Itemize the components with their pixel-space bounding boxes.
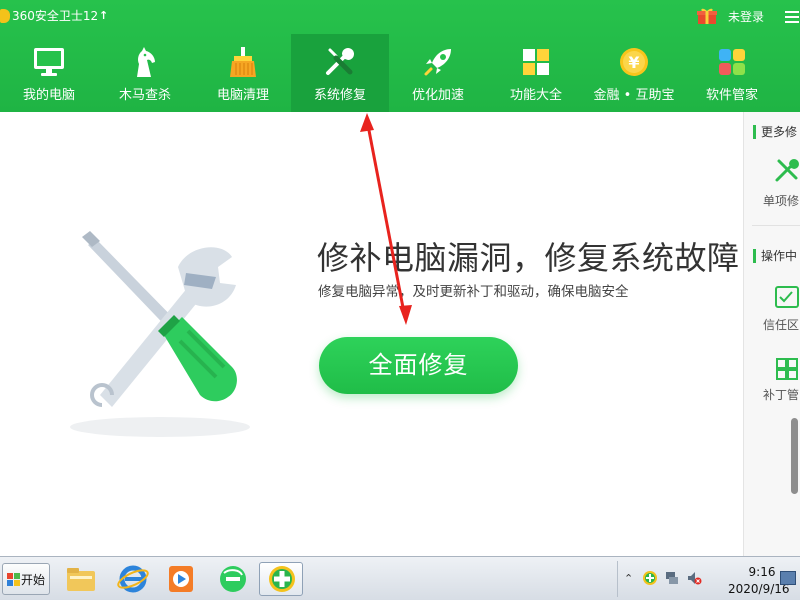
- menu-icon[interactable]: [785, 11, 799, 23]
- nav-label: 木马查杀: [118, 88, 171, 103]
- 360-safe-taskbar-button[interactable]: [259, 562, 303, 596]
- nav-trojan-scan[interactable]: 木马查杀: [96, 34, 194, 112]
- volume-muted-icon[interactable]: [686, 570, 702, 586]
- 360-tray-icon[interactable]: [642, 570, 658, 586]
- nav-label: 金融 • 互助宝: [593, 88, 675, 103]
- tray-expand-icon[interactable]: ⌃: [624, 572, 633, 585]
- yuan-coin-icon: ¥: [620, 48, 648, 76]
- nav-label: 功能大全: [509, 88, 562, 103]
- nav-label: 我的电脑: [22, 88, 75, 103]
- 360-safe-icon: [269, 566, 295, 592]
- svg-text:¥: ¥: [628, 53, 639, 72]
- media-player-icon[interactable]: [164, 562, 198, 596]
- horse-icon: [137, 47, 155, 77]
- start-label: 开始: [21, 573, 46, 587]
- main-nav: 我的电脑 木马查杀 电脑清理 系统修复 优化加速 功能大全 ¥ 金融 • 互助宝…: [0, 34, 800, 112]
- start-button[interactable]: 开始: [2, 563, 50, 595]
- file-explorer-icon[interactable]: [64, 562, 98, 596]
- side-tool-label: 补丁管: [763, 388, 800, 402]
- nav-my-computer[interactable]: 我的电脑: [0, 34, 98, 112]
- system-tray: ⌃ 9:16 2020/9/16: [617, 561, 800, 597]
- windows-flag-icon: [7, 573, 20, 586]
- internet-explorer-icon[interactable]: [116, 562, 150, 596]
- page-headline: 修补电脑漏洞，修复系统故障: [317, 239, 740, 277]
- patch-blocks-icon: [776, 358, 798, 380]
- nav-label: 软件管家: [705, 88, 758, 103]
- title-bar: 360安全卫士12 ↑ 未登录: [0, 0, 800, 34]
- clock-date[interactable]: 2020/9/16: [728, 582, 790, 596]
- side-patch-manager[interactable]: 补丁管: [744, 352, 800, 408]
- rocket-icon: [424, 49, 451, 76]
- side-panel-scrollbar[interactable]: [791, 418, 798, 494]
- side-single-repair[interactable]: 单项修: [744, 154, 800, 214]
- side-tool-label: 信任区: [763, 318, 800, 332]
- app-header: 360安全卫士12 ↑ 未登录 我的电脑 木马查杀 电脑清理 系统修复 优化加速…: [0, 0, 800, 112]
- system-repair-panel: 修补电脑漏洞，修复系统故障 修复电脑异常，及时更新补丁和驱动，确保电脑安全 全面…: [0, 112, 743, 556]
- nav-label: 系统修复: [313, 88, 366, 103]
- computer-icon: [34, 48, 64, 76]
- network-icon[interactable]: [664, 570, 680, 586]
- nav-features[interactable]: 功能大全: [487, 34, 585, 112]
- nav-label: 电脑清理: [216, 88, 269, 103]
- page-subheadline: 修复电脑异常，及时更新补丁和驱动，确保电脑安全: [318, 284, 629, 300]
- nav-optimize[interactable]: 优化加速: [389, 34, 487, 112]
- app-logo-icon: [0, 9, 10, 23]
- side-tool-label: 单项修: [763, 194, 800, 208]
- wrench-screwdriver-icon: [775, 159, 799, 182]
- nav-label: 优化加速: [411, 88, 464, 103]
- clock-time[interactable]: 9:16: [738, 565, 786, 579]
- wrench-screwdriver-icon: [326, 48, 354, 75]
- apps-icon: [719, 49, 745, 75]
- nav-software[interactable]: 软件管家: [683, 34, 781, 112]
- broom-icon: [230, 47, 256, 77]
- repair-tools-illustration: [70, 231, 250, 437]
- nav-system-repair[interactable]: 系统修复: [291, 34, 389, 112]
- full-repair-button[interactable]: 全面修复: [319, 337, 518, 394]
- side-trust-zone[interactable]: 信任区: [744, 280, 800, 336]
- app-title: 360安全卫士12: [12, 9, 99, 23]
- 360-browser-icon[interactable]: [216, 562, 250, 596]
- nav-cleanup[interactable]: 电脑清理: [194, 34, 292, 112]
- gift-icon[interactable]: [697, 7, 717, 25]
- windows-taskbar: 开始 ⌃ 9:16 2020/9/16: [0, 556, 800, 600]
- grid-icon: [523, 49, 549, 75]
- side-divider: [752, 225, 800, 226]
- upgrade-arrow-icon[interactable]: ↑: [99, 9, 108, 23]
- show-desktop-button[interactable]: [780, 571, 796, 585]
- side-panel: 更多修 单项修 操作中 信任区 补丁管: [743, 112, 800, 556]
- trust-list-icon: [775, 286, 799, 308]
- side-title-ops: 操作中: [753, 249, 797, 263]
- nav-finance[interactable]: ¥ 金融 • 互助宝: [585, 34, 683, 112]
- side-title-more: 更多修: [753, 125, 797, 139]
- login-link[interactable]: 未登录: [728, 10, 764, 24]
